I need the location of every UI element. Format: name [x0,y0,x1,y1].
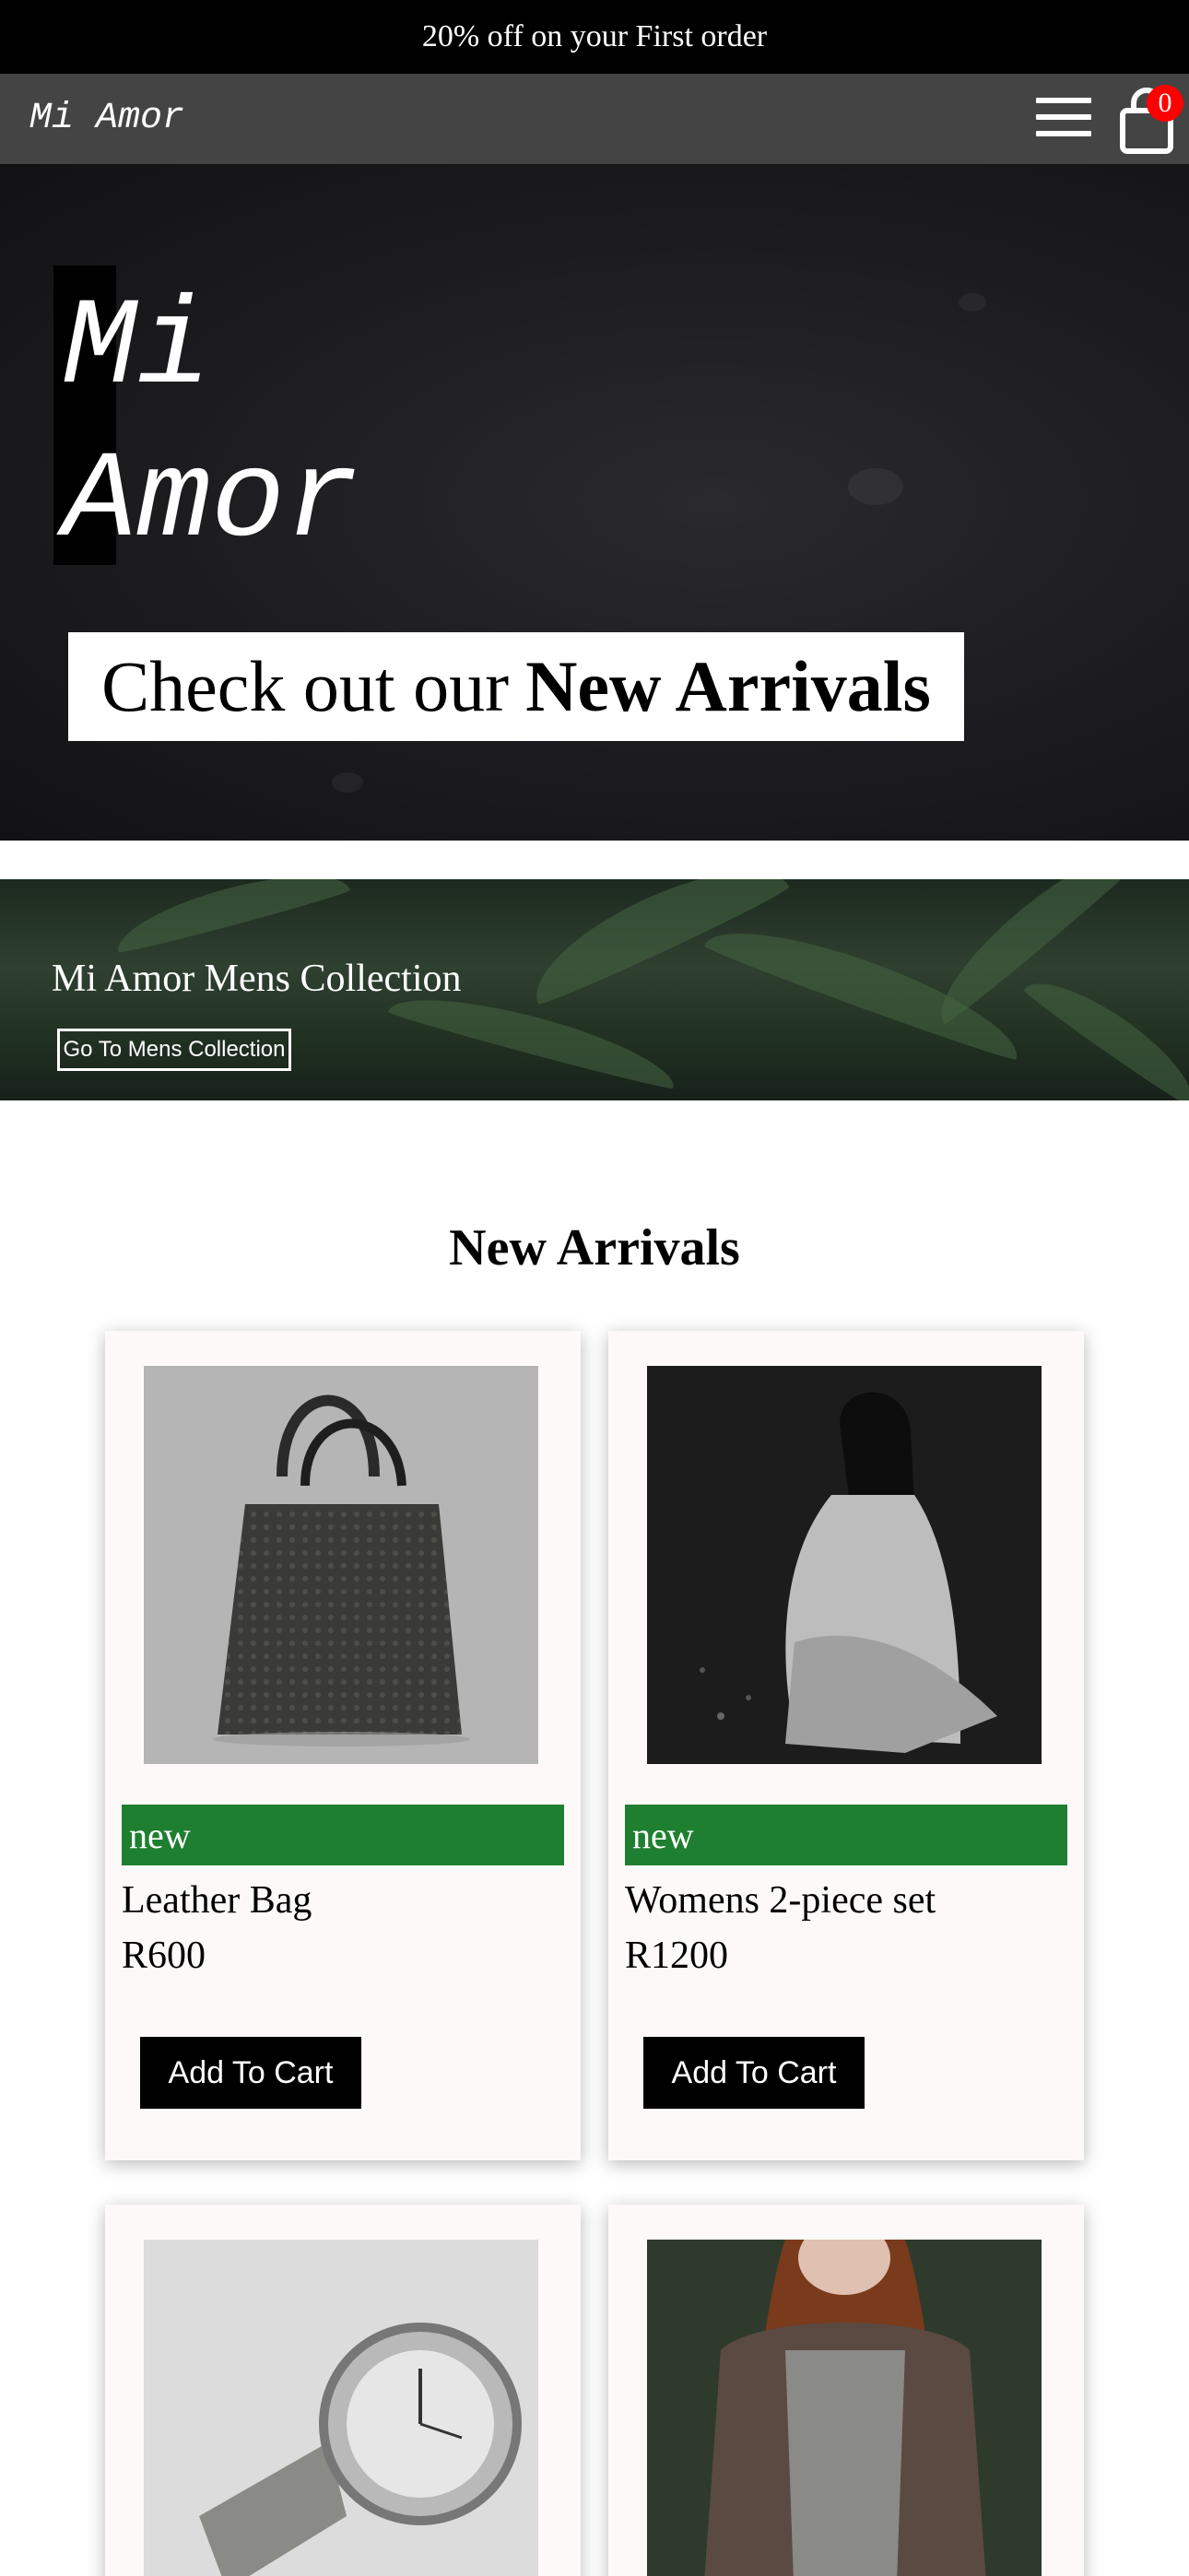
product-price: R600 [122,1935,206,1977]
product-card [105,2205,581,2576]
promo-text: 20% off on your First order [421,19,768,53]
product-card: new Womens 2-piece set R1200 Add To Cart [608,1331,1084,2160]
foliage-shape [110,879,351,956]
womens-set-image[interactable] [647,1366,1042,1764]
cart-count-badge: 0 [1147,85,1183,122]
navbar: Mi Amor [0,74,1189,164]
hero-title: Mi Amor [63,279,359,572]
hero-texture [959,293,986,312]
hero-texture [332,772,363,793]
brand-logo[interactable]: Mi Amor [29,98,184,139]
cta-prefix: Check out our [101,646,510,726]
cta-bold: New Arrivals [525,646,931,726]
leather-bag-image[interactable] [144,1366,538,1764]
hero-texture [848,468,903,505]
new-badge: new [625,1805,1067,1865]
product-name[interactable]: Womens 2-piece set [625,1878,936,1923]
new-badge: new [122,1805,564,1865]
new-arrivals-heading: New Arrivals [449,1219,740,1276]
product-price: R1200 [625,1935,729,1977]
product-card [608,2205,1084,2576]
foliage-shape [919,879,1146,1028]
knit-cardigan-image[interactable] [647,2240,1042,2576]
product-card: new Leather Bag R600 Add To Cart [105,1331,581,2160]
hamburger-menu-icon[interactable] [1036,98,1095,140]
add-to-cart-button[interactable]: Add To Cart [643,2037,865,2109]
hero-banner: Mi Amor Check out our New Arrivals [0,164,1189,841]
silver-watch-image[interactable] [144,2240,538,2576]
foliage-shape [1021,962,1189,1100]
mens-collection-title: Mi Amor Mens Collection [52,958,462,1000]
mens-collection-banner: Mi Amor Mens Collection Go To Mens Colle… [0,879,1189,1100]
go-to-mens-collection-button[interactable]: Go To Mens Collection [57,1029,291,1071]
product-name[interactable]: Leather Bag [122,1878,312,1923]
promo-bar: 20% off on your First order [0,0,1189,74]
new-arrivals-cta[interactable]: Check out our New Arrivals [68,632,964,741]
add-to-cart-button[interactable]: Add To Cart [140,2037,361,2109]
